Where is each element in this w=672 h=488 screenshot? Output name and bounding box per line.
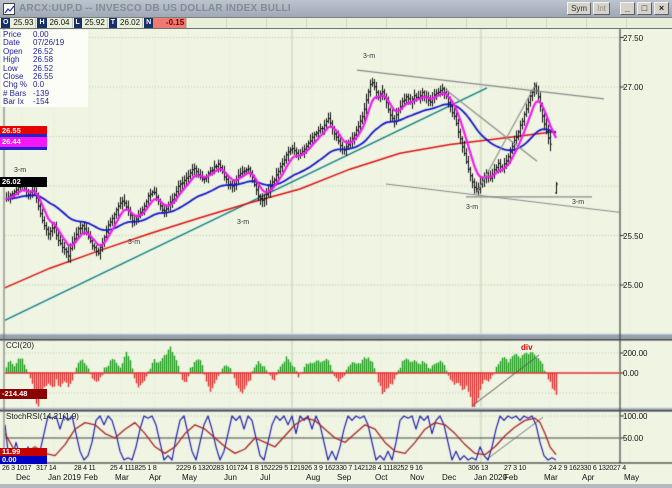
quote-field-key: H [37,18,47,28]
quote-field: H 26.04 [37,18,73,28]
quote-field: N -0.15 [144,18,188,28]
data-window-panel: Price 0.00 Date 07/26/19 Open 26.52 High 26.58 L… [1,30,88,107]
title-bar[interactable]: ARCX:UUP,D -- INVESCO DB US DOLLAR INDEX… [0,0,672,17]
quote-bar-divider [266,18,268,28]
quote-field-value: 25.93 [10,18,37,28]
quote-bar-divider [226,18,228,28]
quote-field: O 25.93 [1,18,37,28]
quote-field-key: T [108,18,118,28]
quote-field: L 25.92 [73,18,108,28]
quote-bar: O 25.93 H 26.04 L 25.92 T 26.02 N -0.15 [0,17,672,29]
quote-field-value: 25.92 [82,18,108,28]
quote-bar-divider [626,18,628,28]
quote-bar-divider [306,18,308,28]
quote-bar-divider [386,18,388,28]
quote-field-value: 26.04 [47,18,73,28]
quote-field-key: N [144,18,154,28]
symbol-button[interactable]: Sym [567,2,592,15]
window-title: ARCX:UUP,D -- INVESCO DB US DOLLAR INDEX… [19,3,291,14]
interval-button[interactable]: Int [593,2,610,15]
quote-bar-divider [546,18,548,28]
quote-field: T 26.02 [108,18,144,28]
quote-bar-divider [586,18,588,28]
quote-bar-divider [426,18,428,28]
info-row: Bar Ix -154 [3,97,50,107]
quote-field-key: L [73,18,82,28]
quote-field-key: O [1,18,11,28]
quote-bar-divider [466,18,468,28]
chart-window: ARCX:UUP,D -- INVESCO DB US DOLLAR INDEX… [0,0,672,488]
restore-button[interactable]: □ [637,2,652,15]
close-button[interactable]: × [654,2,669,15]
app-icon [3,2,15,15]
minimize-button[interactable]: _ [620,2,635,15]
quote-field-value: 26.02 [117,18,144,28]
chart-canvas[interactable] [0,0,672,484]
quote-field-value: -0.15 [153,18,188,28]
quote-bar-divider [346,18,348,28]
quote-bar-divider [506,18,508,28]
